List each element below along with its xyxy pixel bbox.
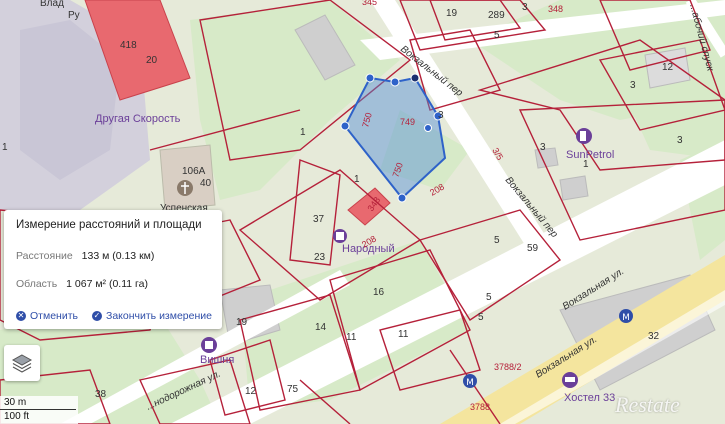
svg-text:59: 59 [527,243,539,254]
svg-text:11: 11 [398,329,409,340]
svg-text:3: 3 [630,80,636,91]
measure-vertex[interactable] [340,121,350,131]
measure-vertex[interactable] [410,73,420,83]
shop-icon[interactable] [333,229,347,243]
svg-text:348: 348 [548,4,563,14]
fuel-icon[interactable] [576,128,592,144]
svg-text:32: 32 [648,331,660,342]
scale-bar: 30 m 100 ft [0,396,78,424]
svg-text:3: 3 [438,110,444,121]
cancel-label: Отменить [30,310,78,322]
svg-text:12: 12 [245,386,257,397]
scale-imperial: 100 ft [4,411,30,422]
svg-text:20: 20 [146,55,158,66]
measure-vertex[interactable] [397,193,407,203]
distance-label: Расстояние [16,250,73,262]
measure-vertex[interactable] [424,124,432,132]
svg-text:345: 345 [362,0,377,7]
area-row: Область 1 067 м² (0.11 га) [16,278,148,290]
svg-text:1: 1 [2,142,8,153]
svg-text:289: 289 [488,10,505,21]
area-value: 1 067 м² (0.11 га) [66,278,148,290]
poi-label-hostel[interactable]: Хостел 33 [564,392,615,404]
panel-title: Измерение расстояний и площади [16,219,202,231]
svg-text:1: 1 [300,127,306,138]
shop-icon[interactable] [201,337,217,353]
area-label: Область [16,278,58,290]
svg-text:12: 12 [662,62,674,73]
distance-value: 133 м (0.13 км) [81,250,155,262]
svg-text:1: 1 [354,174,360,185]
svg-text:75: 75 [287,384,299,395]
poi-label-vlad: Влад [40,0,64,9]
svg-text:3788: 3788 [470,402,490,412]
layers-icon [11,354,33,373]
cancel-icon: ✕ [16,311,26,321]
hotel-icon[interactable] [562,372,578,388]
measure-vertex[interactable] [390,77,400,87]
watermark: Restate [615,392,680,417]
scale-metric: 30 m [4,397,27,408]
svg-text:5: 5 [494,235,500,246]
svg-text:19: 19 [446,8,458,19]
poi-label-sunpetrol[interactable]: SunPetrol [566,149,614,161]
poi-label-ru: Ру [68,10,80,21]
svg-text:38: 38 [95,389,107,400]
svg-text:3788/2: 3788/2 [494,362,522,372]
svg-text:11: 11 [346,332,357,343]
svg-text:418: 418 [120,40,137,51]
finish-label: Закончить измерение [106,310,212,322]
scale-line [0,409,76,410]
measure-vertex[interactable] [365,73,375,83]
svg-text:3: 3 [540,142,546,153]
svg-text:14: 14 [315,322,327,333]
svg-text:40: 40 [200,178,212,189]
poi-label-vishnya[interactable]: Вишня [200,354,234,366]
svg-text:37: 37 [313,214,325,225]
svg-text:3: 3 [677,135,683,146]
svg-text:5: 5 [486,292,492,303]
svg-text:5: 5 [494,30,500,41]
metro-icon[interactable]: M [619,309,633,323]
finish-measurement-button[interactable]: ✓ Закончить измерение [92,310,212,322]
svg-text:16: 16 [373,287,385,298]
svg-text:1: 1 [583,159,589,170]
svg-text:5: 5 [478,312,484,323]
cancel-button[interactable]: ✕ Отменить [16,310,78,322]
svg-text:3: 3 [522,2,528,13]
check-icon: ✓ [92,311,102,321]
svg-text:106А: 106А [182,166,206,177]
svg-text:749: 749 [400,117,415,127]
svg-text:M: M [622,313,630,323]
metro-icon[interactable]: M [463,374,477,388]
church-icon[interactable] [177,180,193,196]
svg-text:M: M [466,378,474,388]
svg-text:19: 19 [236,317,248,328]
measurement-panel: Измерение расстояний и площади Расстояни… [4,210,222,329]
layers-button[interactable] [4,345,40,381]
svg-text:23: 23 [314,252,326,263]
poi-label-other-rapid[interactable]: Другая Скорость [95,113,181,125]
distance-row: Расстояние 133 м (0.13 км) [16,250,154,262]
